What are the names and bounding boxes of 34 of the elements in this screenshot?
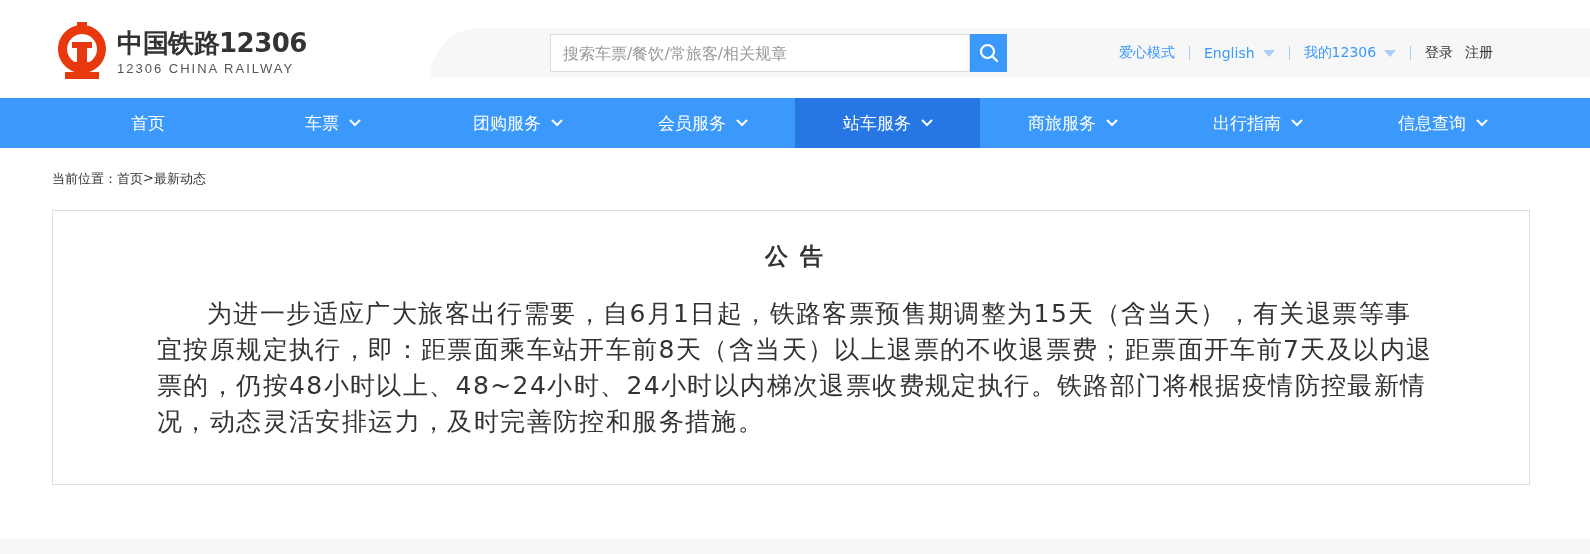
header-link[interactable]: 注册 bbox=[1465, 44, 1494, 62]
nav-tab[interactable]: 会员服务 bbox=[610, 98, 795, 148]
dropdown-triangle-icon bbox=[1262, 49, 1275, 57]
notice-text: 为进一步适应广大旅客出行需要，自6月1日起，铁路客票预售期调整为15天（含当天），有关退票等事宜按原规定执行，即：距票面乘车站开车前8天（含当天）以上退票的不收退票费；距票面开车前7天及以内退票的，仍按48小时以上、48~24小时、24小时以内梯次退票收费规定执行。铁路部门将根据疫情防控最新情况，动态灵活安排运力，及时完善防控和服务措施。 bbox=[157, 298, 1433, 438]
search-field[interactable]: 搜索车票/餐饮/常旅客/相关规章 bbox=[550, 34, 970, 72]
site-subtitle: 12306 CHINA RAILWAY bbox=[117, 60, 296, 76]
nav-tab[interactable]: 团购服务 bbox=[425, 98, 610, 148]
breadcrumb-separator: > bbox=[143, 170, 154, 187]
nav-tab[interactable]: 车票 bbox=[240, 98, 425, 148]
dropdown-triangle-icon bbox=[1384, 49, 1397, 57]
chevron-down-icon bbox=[1290, 119, 1303, 127]
chevron-down-icon bbox=[550, 119, 563, 127]
breadcrumb-link[interactable]: 最新动态 bbox=[153, 170, 206, 188]
railway-logo-icon bbox=[55, 22, 109, 80]
chevron-down-icon bbox=[920, 119, 933, 127]
nav-tab[interactable]: 首页 bbox=[55, 98, 240, 148]
breadcrumb-link[interactable]: 首页 bbox=[117, 170, 143, 188]
header-link[interactable]: 我的12306 bbox=[1303, 44, 1397, 62]
nav-tab[interactable]: 出行指南 bbox=[1165, 98, 1350, 148]
header-link[interactable]: 爱心模式 bbox=[1119, 44, 1175, 62]
chevron-down-icon bbox=[1105, 119, 1118, 127]
notice-title: 公 告 bbox=[763, 242, 826, 271]
chevron-down-icon bbox=[1475, 119, 1488, 127]
nav-tab[interactable]: 信息查询 bbox=[1350, 98, 1535, 148]
nav-tab[interactable]: 站车服务 bbox=[795, 98, 980, 148]
search-icon bbox=[978, 43, 999, 63]
nav-tab[interactable]: 商旅服务 bbox=[980, 98, 1165, 148]
chevron-down-icon bbox=[735, 119, 748, 127]
search-button[interactable] bbox=[970, 34, 1007, 72]
chevron-down-icon bbox=[348, 119, 361, 127]
header-link[interactable]: English bbox=[1204, 45, 1275, 61]
header-link[interactable]: 登录 bbox=[1425, 44, 1454, 62]
site-title: 中国铁路12306 bbox=[117, 26, 307, 59]
breadcrumb-label: 当前位置： bbox=[52, 170, 117, 188]
